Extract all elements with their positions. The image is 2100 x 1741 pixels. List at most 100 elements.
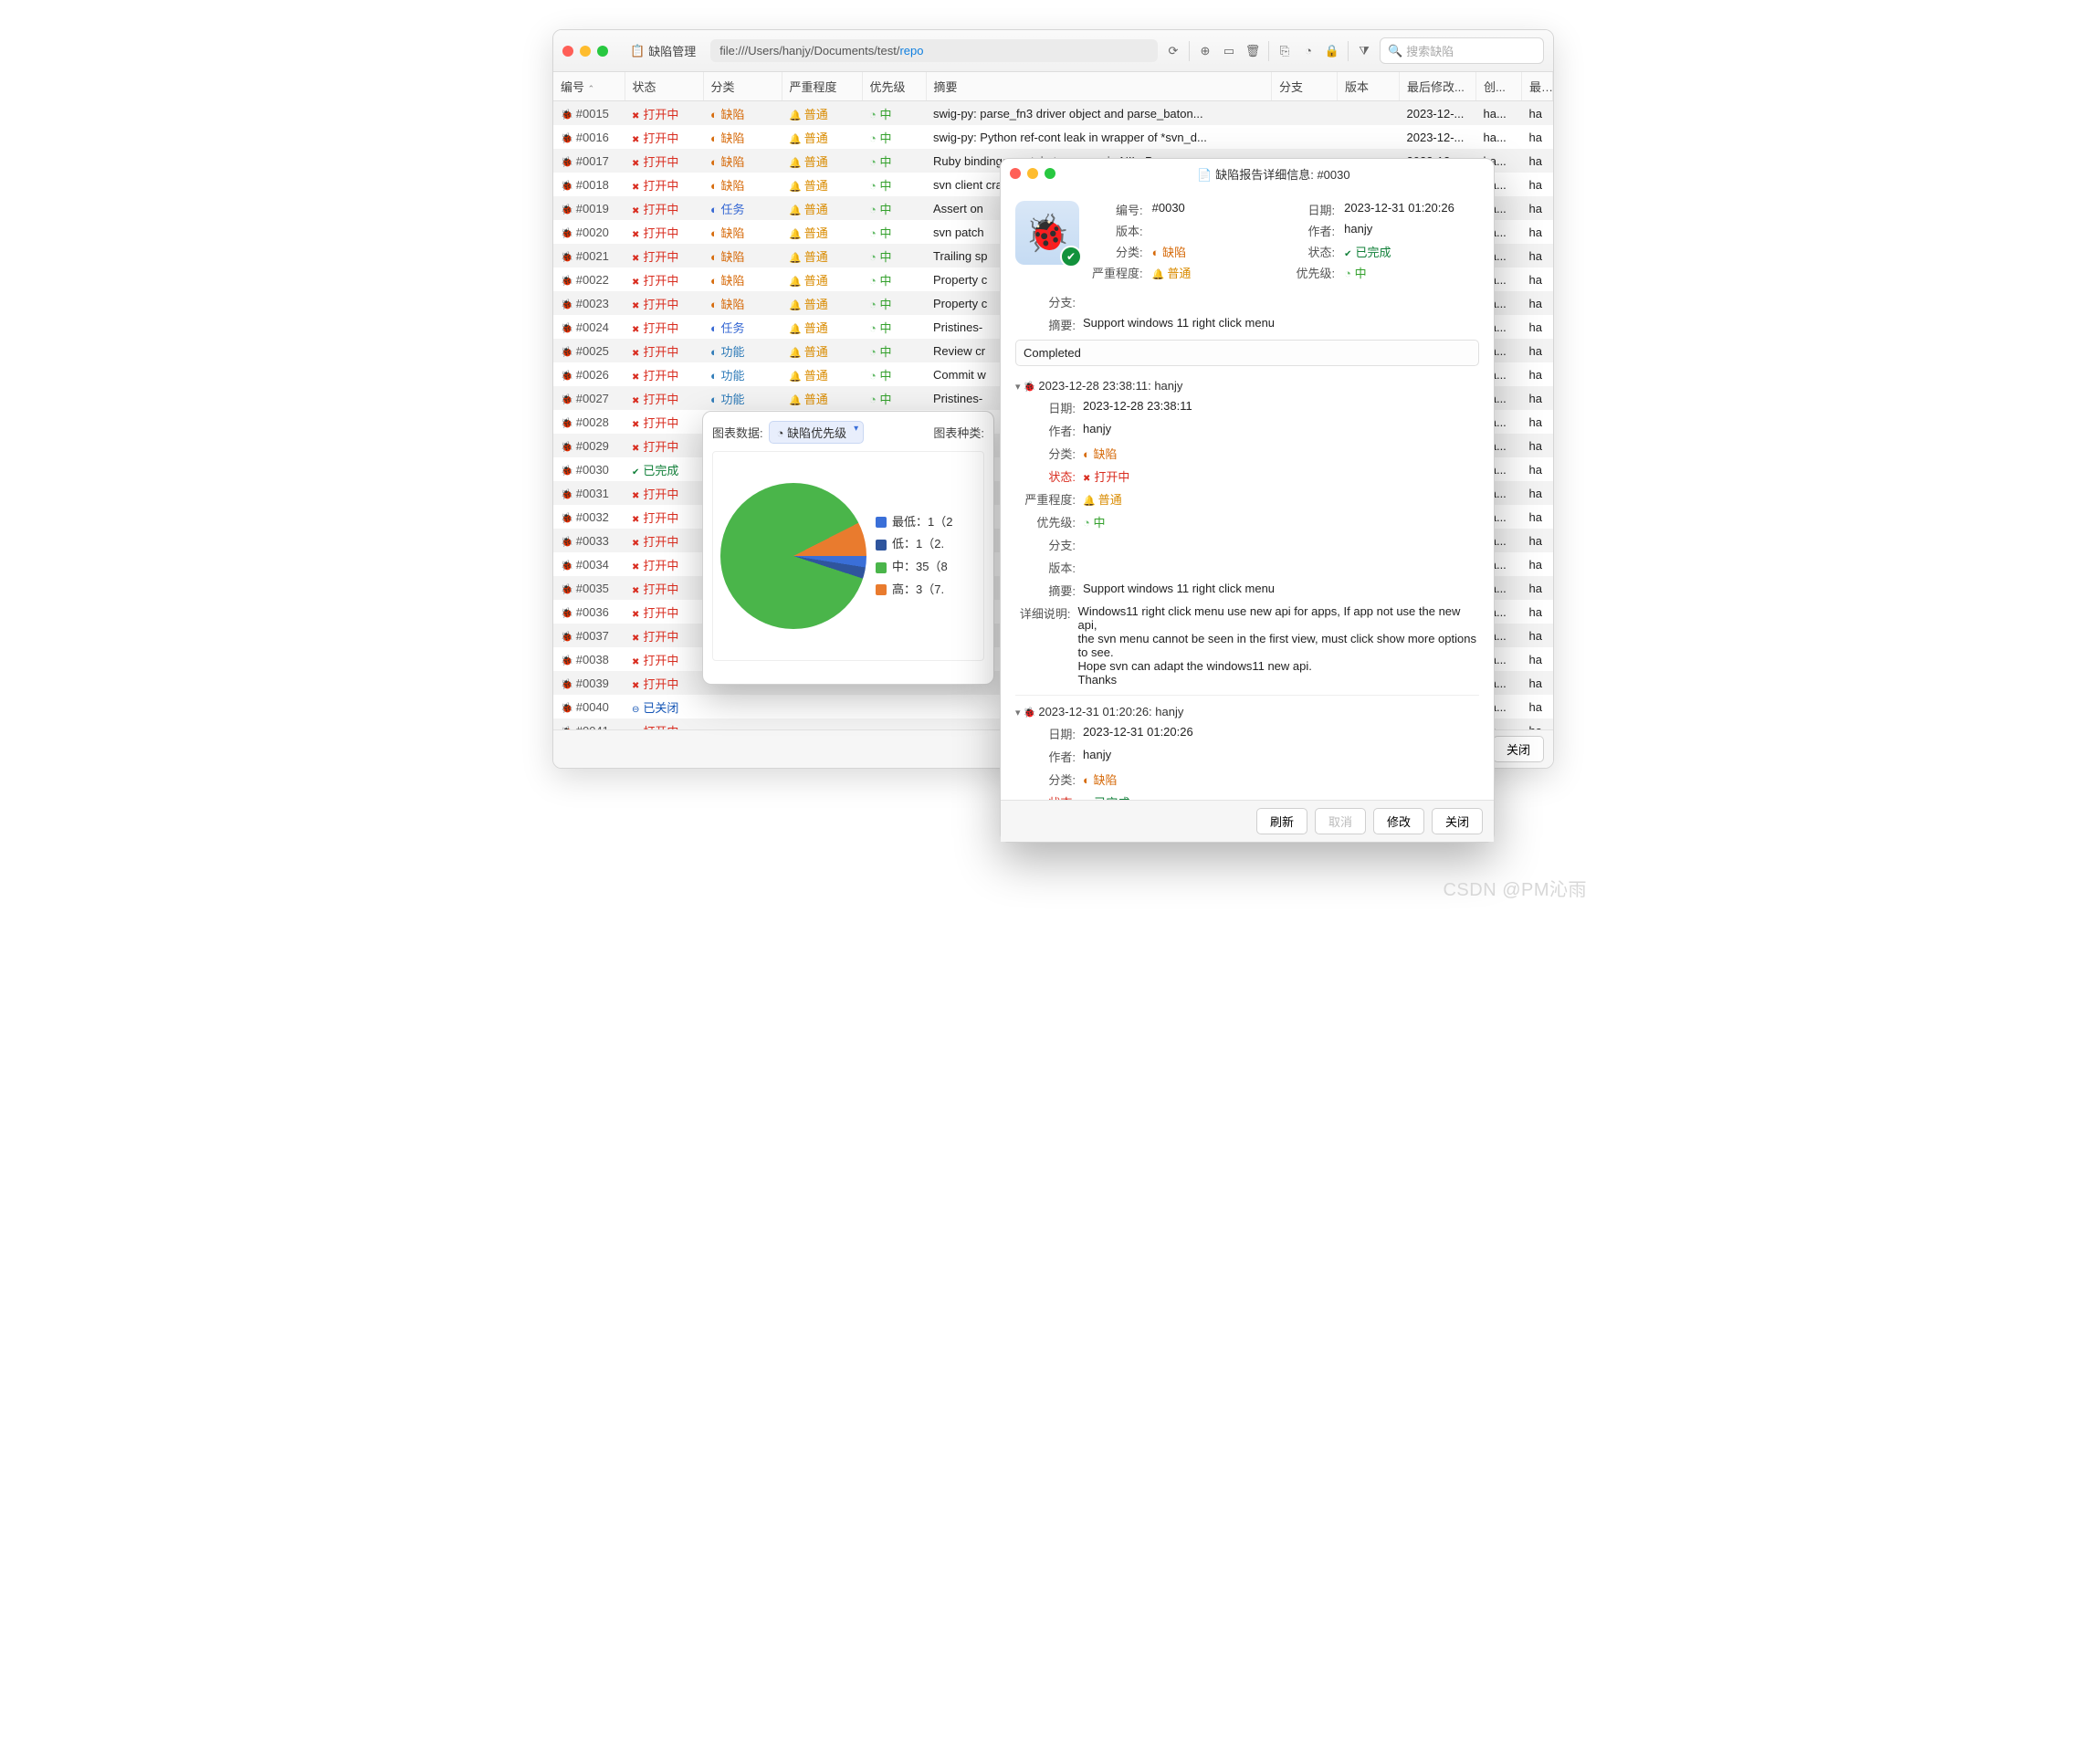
cell-last: ha — [1522, 600, 1553, 624]
cell-status: 打开中 — [625, 647, 703, 671]
minimize-window-icon[interactable] — [580, 46, 591, 57]
col-id[interactable]: 编号 ⌃ — [553, 72, 625, 101]
col-author[interactable]: 创... — [1476, 72, 1522, 101]
chart-icon[interactable]: ◔ — [1300, 43, 1317, 59]
value-summary: Support windows 11 right click menu — [1083, 316, 1275, 333]
cell-id: #0017 — [553, 149, 625, 173]
search-input[interactable]: 🔍 搜索缺陷 — [1380, 37, 1544, 64]
cell-severity: 普通 — [782, 244, 862, 267]
cell-last: ha — [1522, 173, 1553, 196]
app-title-button[interactable]: 📋 缺陷管理 — [623, 40, 703, 61]
label-author: 作者: — [1297, 222, 1336, 239]
chart-type-label: 图表种类: — [933, 424, 984, 441]
value-category: 缺陷 — [1152, 243, 1287, 260]
label-summary: 摘要: — [1015, 316, 1076, 333]
value-version — [1152, 222, 1287, 239]
cell-status: 打开中 — [625, 552, 703, 576]
history-title[interactable]: 2023-12-28 23:38:11: hanjy — [1015, 375, 1479, 396]
col-status[interactable]: 状态 — [625, 72, 703, 101]
cell-id: #0028 — [553, 410, 625, 434]
cell-status: 打开中 — [625, 624, 703, 647]
completed-box: Completed — [1015, 340, 1479, 366]
separator — [1348, 41, 1349, 61]
cell-id: #0030 — [553, 457, 625, 481]
cell-severity: 普通 — [782, 386, 862, 410]
col-branch[interactable]: 分支 — [1272, 72, 1338, 101]
cell-severity — [782, 718, 862, 729]
cell-last: ha — [1522, 410, 1553, 434]
chart-data-select[interactable]: ◔ 缺陷优先级 — [769, 421, 864, 444]
cell-status: 打开中 — [625, 576, 703, 600]
cell-category: 缺陷 — [703, 244, 782, 267]
value-author: hanjy — [1344, 222, 1479, 239]
cell-last: ha — [1522, 481, 1553, 505]
cell-category: 缺陷 — [703, 267, 782, 291]
close-button[interactable]: 关闭 — [1493, 736, 1544, 762]
cell-status: 打开中 — [625, 220, 703, 244]
cell-status: 打开中 — [625, 410, 703, 434]
traffic-lights — [562, 46, 608, 57]
detail-title: 📄 缺陷报告详细信息: #0030 — [1063, 165, 1485, 183]
legend-item: 高：3（7. — [876, 579, 952, 602]
cell-id: #0031 — [553, 481, 625, 505]
cell-priority — [862, 718, 926, 729]
cell-status: 打开中 — [625, 434, 703, 457]
cell-last: ha — [1522, 291, 1553, 315]
close-window-icon[interactable] — [1010, 168, 1021, 179]
cell-modified: 2023-12-... — [1400, 101, 1476, 126]
col-version[interactable]: 版本 — [1338, 72, 1400, 101]
history-title[interactable]: 2023-12-31 01:20:26: hanjy — [1015, 701, 1479, 722]
cell-last: ha — [1522, 220, 1553, 244]
modify-button[interactable]: 修改 — [1373, 808, 1424, 834]
cell-status: 打开中 — [625, 196, 703, 220]
col-modified[interactable]: 最后修改... — [1400, 72, 1476, 101]
maximize-window-icon[interactable] — [1045, 168, 1055, 179]
cell-id: #0027 — [553, 386, 625, 410]
cell-category — [703, 695, 782, 718]
export-icon[interactable]: ⎘ — [1276, 43, 1293, 59]
cell-last: ha — [1522, 457, 1553, 481]
watermark: CSDN @PM沁雨 — [1443, 875, 1587, 901]
table-row[interactable]: #0016打开中缺陷普通中swig-py: Python ref-cont le… — [553, 125, 1553, 149]
col-summary[interactable]: 摘要 — [926, 72, 1272, 101]
lock-icon[interactable]: 🔒 — [1324, 43, 1340, 59]
close-button[interactable]: 关闭 — [1432, 808, 1483, 834]
cell-priority: 中 — [862, 244, 926, 267]
cell-id: #0021 — [553, 244, 625, 267]
col-category[interactable]: 分类 — [703, 72, 782, 101]
refresh-icon[interactable]: ⟳ — [1165, 43, 1181, 59]
cell-severity: 普通 — [782, 220, 862, 244]
trash-icon[interactable]: 🗑 — [1244, 43, 1261, 59]
minimize-window-icon[interactable] — [1027, 168, 1038, 179]
cell-last: ha — [1522, 552, 1553, 576]
col-priority[interactable]: 优先级 — [862, 72, 926, 101]
cell-status: 打开中 — [625, 529, 703, 552]
col-last[interactable]: 最... — [1522, 72, 1553, 101]
cell-priority: 中 — [862, 220, 926, 244]
view-icon[interactable]: ▭ — [1221, 43, 1237, 59]
cell-status: 打开中 — [625, 386, 703, 410]
table-row[interactable]: #0015打开中缺陷普通中swig-py: parse_fn3 driver o… — [553, 101, 1553, 126]
address-bar[interactable]: file:///Users/hanjy/Documents/test/repo — [710, 39, 1158, 62]
label-status: 状态: — [1297, 243, 1336, 260]
value-priority: 中 — [1344, 264, 1479, 281]
legend-item: 最低：1（2 — [876, 511, 952, 534]
maximize-window-icon[interactable] — [597, 46, 608, 57]
add-icon[interactable]: ⊕ — [1197, 43, 1213, 59]
pie-chart — [720, 483, 866, 629]
close-window-icon[interactable] — [562, 46, 573, 57]
cancel-button: 取消 — [1315, 808, 1366, 834]
refresh-button[interactable]: 刷新 — [1256, 808, 1307, 834]
filter-icon[interactable]: ⧩ — [1356, 43, 1372, 59]
value-date: 2023-12-31 01:20:26 — [1344, 201, 1479, 218]
cell-priority: 中 — [862, 173, 926, 196]
chart-body: 最低：1（2低：1（2.中：35（8高：3（7. — [712, 451, 984, 661]
col-severity[interactable]: 严重程度 — [782, 72, 862, 101]
cell-id: #0036 — [553, 600, 625, 624]
cell-status: 打开中 — [625, 173, 703, 196]
cell-priority: 中 — [862, 267, 926, 291]
cell-id: #0040 — [553, 695, 625, 718]
cell-id: #0019 — [553, 196, 625, 220]
cell-severity: 普通 — [782, 101, 862, 126]
detail-body: 🐞 编号:#0030 日期:2023-12-31 01:20:26 版本: 作者… — [1001, 188, 1494, 800]
